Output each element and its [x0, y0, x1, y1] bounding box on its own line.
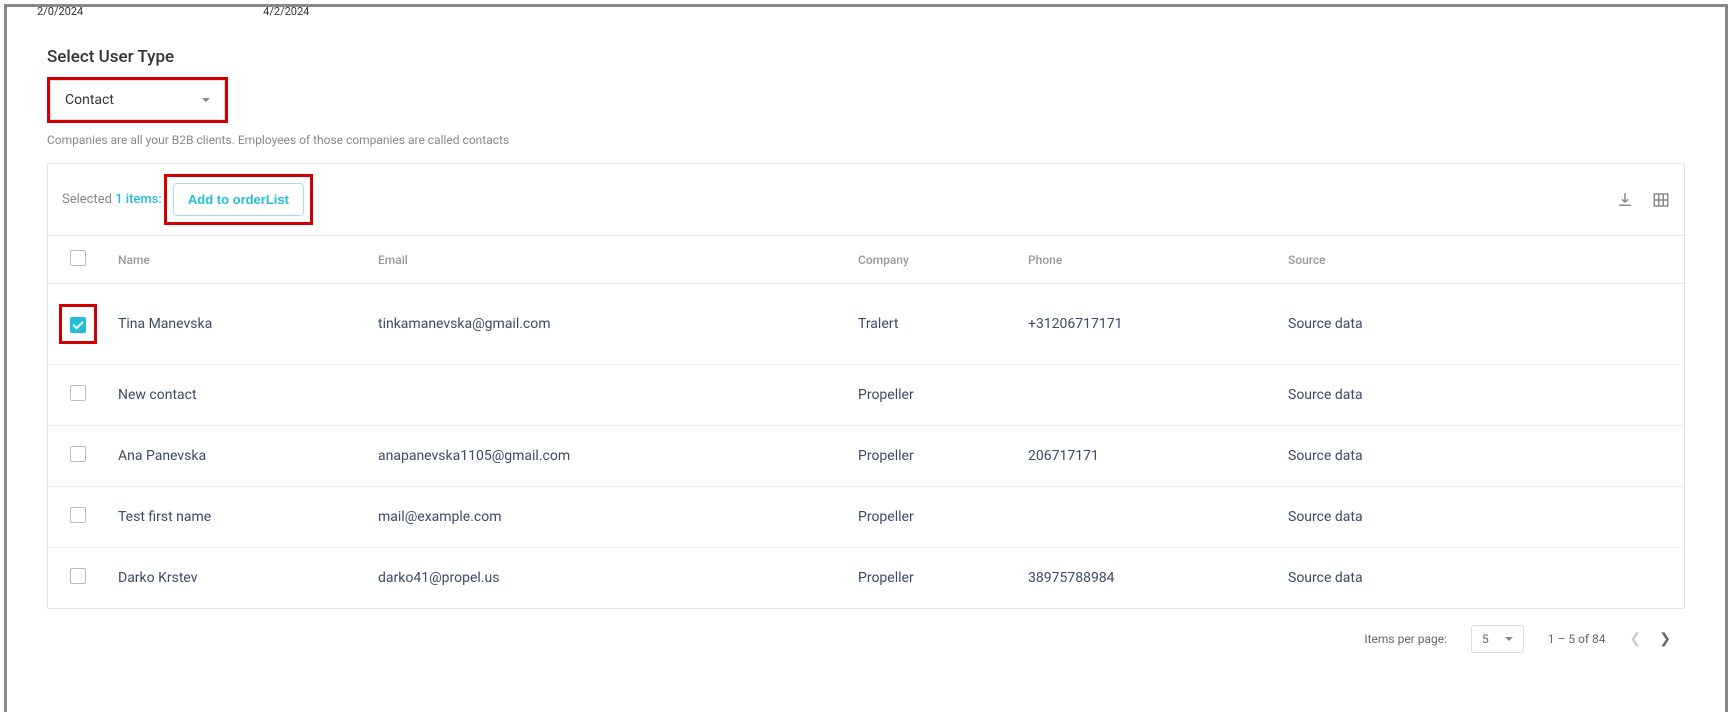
cell-name: New contact [108, 365, 368, 426]
select-all-checkbox[interactable] [70, 250, 86, 266]
cell-phone: 206717171 [1018, 426, 1278, 487]
prev-page-button[interactable]: ❮ [1630, 631, 1642, 647]
next-page-button[interactable]: ❯ [1659, 631, 1671, 647]
chevron-down-icon [1505, 637, 1513, 641]
row-checkbox[interactable] [70, 446, 86, 462]
row-checkbox[interactable] [70, 507, 86, 523]
user-type-select-highlight: Contact [47, 77, 228, 123]
columns-icon[interactable] [1652, 191, 1670, 209]
cell-email: anapanevska1105@gmail.com [368, 426, 848, 487]
selected-count: 1 items: [115, 192, 162, 207]
cell-name: Darko Krstev [108, 548, 368, 609]
add-button-highlight: Add to orderList [164, 174, 313, 225]
cell-source: Source data [1278, 284, 1684, 365]
cell-company: Tralert [848, 284, 1018, 365]
row-checkbox[interactable] [70, 385, 86, 401]
cell-email: mail@example.com [368, 487, 848, 548]
table-row[interactable]: Test first name mail@example.com Propell… [48, 487, 1684, 548]
table-toolbar: Selected 1 items: Add to orderList [48, 164, 1684, 236]
paginator: Items per page: 5 1 – 5 of 84 ❮ ❯ [47, 609, 1685, 653]
col-company[interactable]: Company [848, 236, 1018, 284]
cell-email [368, 365, 848, 426]
cell-email: tinkamanevska@gmail.com [368, 284, 848, 365]
table-card: Selected 1 items: Add to orderList [47, 163, 1685, 609]
page-range: 1 – 5 of 84 [1548, 632, 1606, 646]
col-email[interactable]: Email [368, 236, 848, 284]
add-to-orderlist-button[interactable]: Add to orderList [173, 183, 304, 216]
cell-name: Tina Manevska [108, 284, 368, 365]
cell-phone: +31206717171 [1018, 284, 1278, 365]
cell-company: Propeller [848, 365, 1018, 426]
user-type-value: Contact [65, 92, 114, 108]
cell-company: Propeller [848, 548, 1018, 609]
col-phone[interactable]: Phone [1018, 236, 1278, 284]
cell-source: Source data [1278, 487, 1684, 548]
contacts-table: Name Email Company Phone Source [48, 236, 1684, 608]
cell-phone: 38975788984 [1018, 548, 1278, 609]
items-per-page-label: Items per page: [1364, 632, 1447, 646]
cell-source: Source data [1278, 548, 1684, 609]
cell-name: Test first name [108, 487, 368, 548]
selected-label: Selected 1 items: [62, 192, 162, 207]
cell-phone [1018, 365, 1278, 426]
header-date-2: 4/2/2024 [263, 5, 309, 18]
cell-name: Ana Panevska [108, 426, 368, 487]
items-per-page-value: 5 [1482, 632, 1489, 646]
cell-phone [1018, 487, 1278, 548]
section-title: Select User Type [47, 47, 1685, 67]
col-source[interactable]: Source [1278, 236, 1684, 284]
download-icon[interactable] [1616, 191, 1634, 209]
table-row[interactable]: Ana Panevska anapanevska1105@gmail.com P… [48, 426, 1684, 487]
cell-company: Propeller [848, 426, 1018, 487]
table-row[interactable]: New contact Propeller Source data [48, 365, 1684, 426]
user-type-select[interactable]: Contact [50, 80, 225, 120]
cell-email: darko41@propel.us [368, 548, 848, 609]
row-checkbox-highlight [59, 304, 97, 344]
chevron-down-icon [202, 98, 210, 102]
row-checkbox[interactable] [70, 317, 86, 333]
cell-source: Source data [1278, 426, 1684, 487]
row-checkbox[interactable] [70, 568, 86, 584]
helper-text: Companies are all your B2B clients. Empl… [47, 133, 1685, 147]
items-per-page-select[interactable]: 5 [1471, 625, 1524, 653]
header-date-1: 2/0/2024 [37, 5, 83, 18]
col-name[interactable]: Name [108, 236, 368, 284]
table-row[interactable]: Tina Manevska tinkamanevska@gmail.com Tr… [48, 284, 1684, 365]
cell-source: Source data [1278, 365, 1684, 426]
table-row[interactable]: Darko Krstev darko41@propel.us Propeller… [48, 548, 1684, 609]
cell-company: Propeller [848, 487, 1018, 548]
